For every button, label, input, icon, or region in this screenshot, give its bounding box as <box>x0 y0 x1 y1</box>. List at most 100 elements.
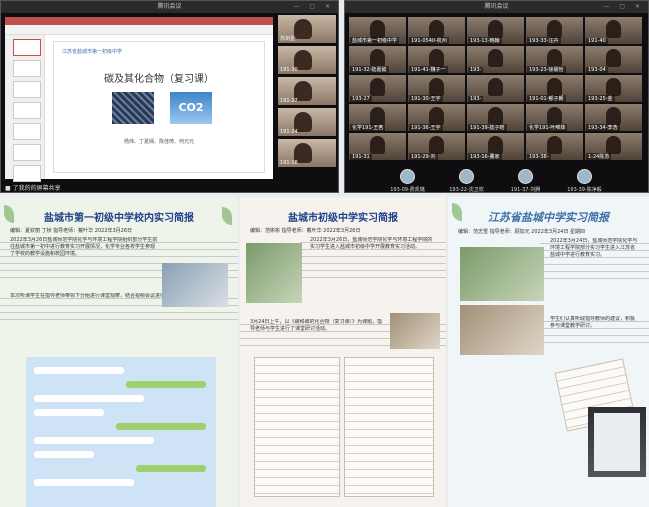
participant-video <box>547 107 562 125</box>
participant-tile[interactable]: 191-27 <box>278 77 336 105</box>
participant-video <box>606 78 621 96</box>
participant-name: 191-36-王宇 <box>409 124 443 131</box>
participant-name: 191-41-魏子一 <box>409 66 448 73</box>
participant-tile[interactable]: 191-30 <box>278 46 336 74</box>
participant-name: 191-01-郁子朗 <box>527 95 566 102</box>
participant-tile[interactable]: 193-25-金 <box>585 75 642 102</box>
chat-bubble <box>116 423 206 430</box>
participant-video <box>606 20 621 38</box>
participant-tile[interactable]: 191-32-陆嘉懿 <box>349 46 406 73</box>
newsletter-title: 盐城市第一初级中学校内实习简报 <box>44 213 194 224</box>
chat-bubble <box>34 367 124 374</box>
participant-tile[interactable]: 1-24陈苏 <box>585 133 642 160</box>
participant-avatar-tile[interactable]: 191-37-刘腾 <box>497 166 554 193</box>
chat-bubble <box>34 409 104 416</box>
newsletter-paragraph: 2022年3月24日，盐城师范学院化学与环境工程学院部分实习学生进入江苏省盐城中… <box>540 238 649 280</box>
slide-thumbnail[interactable] <box>13 39 41 56</box>
participant-name: 化学191-叶唯妹 <box>527 124 568 131</box>
participant-tile[interactable]: 化学191-王茗 <box>349 104 406 131</box>
participant-video <box>547 20 562 38</box>
lesson-plan-document <box>254 357 340 497</box>
current-slide: 江苏省盐城市第一初级中学 碳及其化合物（复习课） CO2 杨炜、丁夏娴、陈佳琦、… <box>53 41 265 173</box>
co2-image: CO2 <box>170 92 212 124</box>
participant-tile[interactable]: 191-30-王宇 <box>408 75 465 102</box>
slide-thumbnail[interactable] <box>13 165 41 182</box>
newsletter-meta: 编辑：范志雪 指导老师：顾加元 2022年3月24日 星期四 <box>458 229 586 235</box>
slide-thumbnail[interactable] <box>13 81 41 98</box>
participant-name: 193-09-费凯璐 <box>390 187 425 193</box>
newsletter-panel-first-middle-school: 盐城市第一初级中学校内实习简报 编辑：夏钦丽 丁桢 指导老师：戴叶华 2022年… <box>0 197 238 507</box>
participant-tile[interactable]: 191-29-刘 <box>408 133 465 160</box>
slide-thumbnail[interactable] <box>13 123 41 140</box>
participant-name: 化学191-王茗 <box>350 124 386 131</box>
participant-name: 193-16-董家 <box>468 153 502 160</box>
participant-tile[interactable]: 191-01-郁子朗 <box>526 75 583 102</box>
participant-name: 193-27 <box>350 96 372 102</box>
slide-thumbnail[interactable] <box>13 60 41 77</box>
participant-tile[interactable]: 193-33-汪卉 <box>526 17 583 44</box>
chat-bubble <box>34 451 94 458</box>
participant-video <box>370 20 385 38</box>
participant-video <box>488 49 503 67</box>
participant-tile[interactable]: 191-0540-杭州 <box>408 17 465 44</box>
avatar-icon <box>400 169 415 184</box>
newsletter-panel-junior-middle-school: 盐城市初级中学实习简报 编辑：范彬彬 指导老师：戴叶华 2022年3月26日 2… <box>240 197 446 507</box>
participant-tile[interactable]: 苏剑星 <box>278 15 336 43</box>
participant-tile[interactable]: 191-31 <box>349 133 406 160</box>
participant-name: 191-31 <box>350 154 372 160</box>
window-controls[interactable]: — ▢ ✕ <box>293 1 334 13</box>
window-titlebar[interactable]: 腾讯会议 — ▢ ✕ <box>345 1 648 13</box>
newsletter-title: 江苏省盐城中学实习简报 <box>488 211 609 224</box>
participant-tile[interactable]: 193-23-徐晨怡 <box>526 46 583 73</box>
participant-avatar-tile[interactable]: 193-39-陈净毅 <box>556 166 613 193</box>
participant-tile[interactable]: 193-04 <box>585 46 642 73</box>
participant-tile[interactable]: 193-27 <box>349 75 406 102</box>
avatar-icon <box>518 169 533 184</box>
participant-tile[interactable]: 化学191-叶唯妹 <box>526 104 583 131</box>
participant-tile[interactable]: 191-24 <box>278 108 336 136</box>
participant-avatar-tile[interactable]: 193-09-费凯璐 <box>379 166 436 193</box>
participant-tile[interactable]: 193- <box>467 75 524 102</box>
participant-video <box>429 78 444 96</box>
slide-thumbnail[interactable] <box>13 102 41 119</box>
slide-thumbnails[interactable] <box>5 35 45 182</box>
slide-title: 碳及其化合物（复习课） <box>104 74 214 85</box>
window-controls[interactable]: — ▢ ✕ <box>603 1 644 13</box>
participant-avatar-tile[interactable]: 193-22-沈卫欢 <box>438 166 495 193</box>
window-titlebar[interactable]: 腾讯会议 — ▢ ✕ <box>1 1 338 13</box>
slide-thumbnail[interactable] <box>13 144 41 161</box>
school-building-photo <box>246 243 302 303</box>
participant-tile[interactable]: 盐城市第一初级中学 <box>349 17 406 44</box>
participant-tile[interactable]: 191-40 <box>585 17 642 44</box>
participant-video <box>547 136 562 154</box>
participant-tile[interactable]: 193- <box>467 46 524 73</box>
participant-video <box>370 78 385 96</box>
participant-tile[interactable]: 193-16-董家 <box>467 133 524 160</box>
carbon-structure-image <box>112 92 154 124</box>
campus-photo <box>460 247 544 301</box>
participant-tile[interactable]: 191-18 <box>278 139 336 167</box>
participant-tile[interactable]: 191-36-王宇 <box>408 104 465 131</box>
participant-side-list: 苏剑星 191-30 191-27 191-24 191-18 <box>278 15 336 170</box>
participant-name: 193-34-李浩 <box>586 124 620 131</box>
laptop-screen <box>594 413 640 471</box>
participant-name: 盐城市第一初级中学 <box>350 37 400 44</box>
participant-tile[interactable]: 191-39-陆子晗 <box>467 104 524 131</box>
ppt-ribbon[interactable] <box>5 25 273 35</box>
participant-name: 193-39-陈净毅 <box>567 187 602 193</box>
screen-share-icon: ■ <box>5 185 13 192</box>
participant-name: 191-37-刘腾 <box>510 187 541 193</box>
share-status-bar[interactable]: ■ 了我的的屏幕共享 <box>5 183 61 192</box>
participant-video <box>429 136 444 154</box>
participant-video <box>606 136 621 154</box>
participant-name: 193- <box>468 67 484 73</box>
participant-tile[interactable]: 193-38- <box>526 133 583 160</box>
participant-name: 193- <box>468 96 484 102</box>
participant-video <box>429 20 444 38</box>
participant-name: 193-13-韩翰 <box>468 37 502 44</box>
participant-tile[interactable]: 193-13-韩翰 <box>467 17 524 44</box>
participant-tile[interactable]: 193-34-李浩 <box>585 104 642 131</box>
participant-tile[interactable]: 191-41-魏子一 <box>408 46 465 73</box>
participant-name: 191-39-陆子晗 <box>468 124 507 131</box>
participant-video <box>370 136 385 154</box>
